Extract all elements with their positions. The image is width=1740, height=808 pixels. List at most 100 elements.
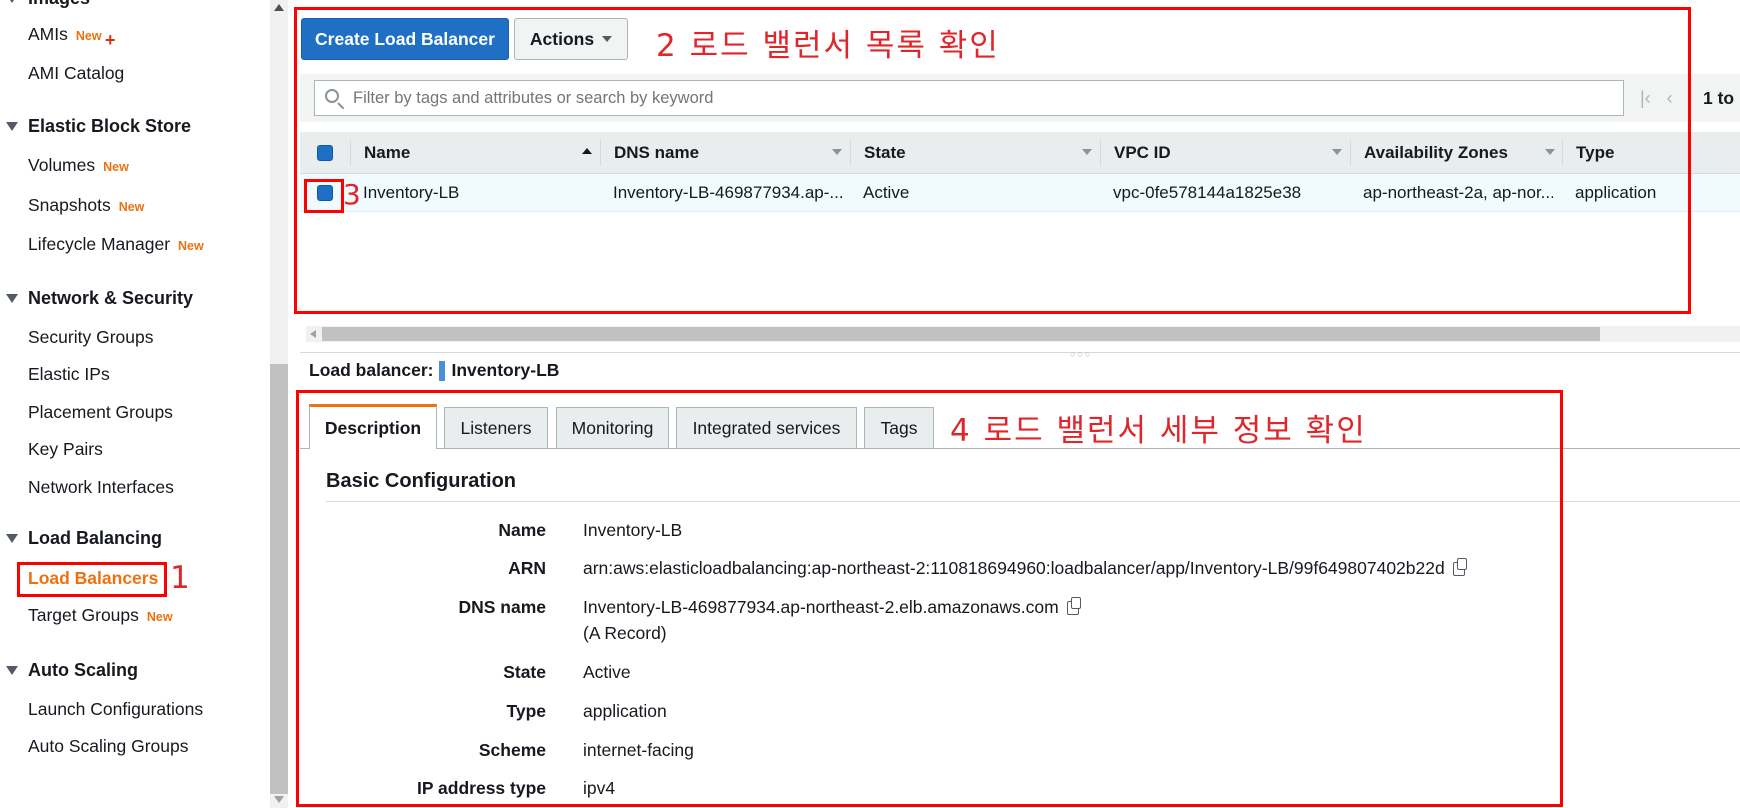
column-header-dns-name[interactable]: DNS name: [614, 132, 699, 174]
field-value-scheme: internet-facing: [583, 740, 694, 760]
sidebar-group-auto-scaling[interactable]: Auto Scaling: [6, 660, 138, 681]
sidebar-item-elastic-ips[interactable]: Elastic IPs: [28, 364, 110, 385]
create-load-balancer-button[interactable]: Create Load Balancer: [301, 18, 509, 60]
field-value-ip-address-type: ipv4: [583, 778, 616, 798]
collapse-triangle-icon: [6, 0, 18, 3]
sidebar-group-ebs[interactable]: Elastic Block Store: [6, 116, 191, 137]
field-label-dns-name: DNS name: [458, 597, 546, 617]
column-divider: [1350, 140, 1351, 166]
annotation-label-2: 2 로드 밸런서 목록 확인: [656, 28, 1000, 64]
sidebar-item-amis[interactable]: AMIs New: [28, 24, 102, 45]
field-label-ip-address-type: IP address type: [416, 778, 546, 798]
actions-dropdown-button[interactable]: Actions: [514, 18, 628, 60]
new-badge: New: [103, 160, 129, 174]
copy-icon[interactable]: [1452, 558, 1467, 576]
sidebar-scrollbar-thumb[interactable]: [270, 364, 288, 794]
filter-field: [314, 80, 1624, 116]
field-value-dns-record-type: (A Record): [583, 623, 667, 643]
selection-marker: [439, 360, 446, 381]
tab-integrated-services[interactable]: Integrated services: [676, 407, 857, 448]
new-badge: New: [146, 610, 173, 624]
field-value-arn: arn:aws:elasticloadbalancing:ap-northeas…: [583, 558, 1467, 579]
field-label-name: Name: [498, 520, 546, 540]
sidebar-item-key-pairs[interactable]: Key Pairs: [28, 439, 103, 460]
tab-listeners[interactable]: Listeners: [444, 407, 548, 448]
new-badge: New: [118, 200, 145, 214]
sidebar-item-network-interfaces[interactable]: Network Interfaces: [28, 477, 174, 498]
column-header-availability-zones[interactable]: Availability Zones: [1364, 132, 1508, 174]
field-value-state: Active: [583, 662, 631, 682]
column-divider: [1100, 140, 1101, 166]
cell-state: Active: [863, 183, 910, 202]
annotation-label-4: 4 로드 밸런서 세부 정보 확인: [950, 413, 1367, 449]
column-header-state[interactable]: State: [864, 132, 906, 174]
cell-vpc-id: vpc-0fe578144a1825e38: [1113, 183, 1302, 202]
copy-icon[interactable]: [1066, 597, 1081, 615]
scroll-left-arrow-icon[interactable]: [310, 330, 316, 338]
sidebar-item-ami-catalog[interactable]: AMI Catalog: [28, 63, 124, 84]
sidebar-group-load-balancing[interactable]: Load Balancing: [6, 528, 162, 549]
sidebar-item-security-groups[interactable]: Security Groups: [28, 327, 153, 348]
field-value-dns-name: Inventory-LB-469877934.ap-northeast-2.el…: [583, 597, 1081, 618]
annotation-label-1: 1: [170, 560, 192, 596]
tab-monitoring[interactable]: Monitoring: [556, 407, 669, 448]
filter-input[interactable]: [351, 87, 1555, 109]
column-divider: [1562, 140, 1563, 166]
panel-divider: [300, 352, 1740, 353]
select-all-checkbox[interactable]: [317, 145, 333, 161]
collapse-triangle-icon: [6, 122, 18, 131]
sidebar-item-lifecycle-manager[interactable]: Lifecycle Manager New: [28, 234, 204, 255]
sidebar-group-images[interactable]: Images: [6, 0, 90, 9]
sidebar-item-placement-groups[interactable]: Placement Groups: [28, 402, 173, 423]
cell-type: application: [1575, 183, 1657, 202]
table-header: Name DNS name State VPC ID Availability …: [300, 132, 1740, 174]
tab-description[interactable]: Description: [309, 404, 437, 449]
scroll-up-arrow-icon[interactable]: [274, 4, 284, 11]
sidebar-item-target-groups[interactable]: Target Groups New: [28, 605, 173, 626]
sidebar: Images AMIsNew + AMI Catalog Elastic Blo…: [0, 0, 270, 808]
pagination-range: 1 to 1: [1703, 88, 1740, 108]
column-divider: [600, 140, 601, 166]
column-header-vpc-id[interactable]: VPC ID: [1114, 132, 1171, 174]
table-row[interactable]: Inventory-LB Inventory-LB-469877934.ap-.…: [300, 174, 1740, 212]
field-value-type: application: [583, 701, 667, 721]
column-divider: [850, 140, 851, 166]
sidebar-item-load-balancers[interactable]: Load Balancers: [28, 568, 158, 589]
pagination-controls: |‹ ‹: [1640, 88, 1673, 109]
previous-page-icon[interactable]: ‹: [1667, 88, 1673, 109]
sidebar-item-volumes[interactable]: Volumes New: [28, 155, 129, 176]
column-header-type[interactable]: Type: [1576, 132, 1614, 174]
field-label-arn: ARN: [508, 558, 546, 578]
collapse-triangle-icon: [6, 294, 18, 303]
sort-caret-icon[interactable]: [1082, 149, 1092, 155]
row-checkbox[interactable]: [317, 185, 333, 201]
annotation-label-3: 3: [343, 178, 363, 211]
resize-grip-icon[interactable]: ○○○: [1070, 349, 1092, 359]
detail-title: Load balancer: Inventory-LB: [309, 360, 560, 381]
plus-icon: +: [105, 30, 116, 50]
field-label-state: State: [503, 662, 546, 682]
tab-tags[interactable]: Tags: [864, 407, 934, 448]
table-horizontal-scrollbar-thumb[interactable]: [322, 327, 1600, 341]
first-page-icon[interactable]: |‹: [1640, 88, 1651, 109]
field-label-type: Type: [506, 701, 546, 721]
section-divider: [326, 501, 1740, 502]
sort-ascending-icon[interactable]: [582, 148, 592, 154]
sidebar-item-snapshots[interactable]: Snapshots New: [28, 195, 144, 216]
cell-availability-zones: ap-northeast-2a, ap-nor...: [1363, 183, 1553, 202]
sidebar-group-network-security[interactable]: Network & Security: [6, 288, 193, 309]
new-badge: New: [75, 29, 102, 43]
sort-caret-icon[interactable]: [832, 149, 842, 155]
sidebar-item-auto-scaling-groups[interactable]: Auto Scaling Groups: [28, 736, 189, 757]
sort-caret-icon[interactable]: [1332, 149, 1342, 155]
section-title-basic-configuration: Basic Configuration: [326, 470, 517, 492]
cell-dns-name: Inventory-LB-469877934.ap-...: [613, 183, 843, 202]
scroll-down-arrow-icon[interactable]: [274, 796, 284, 803]
collapse-triangle-icon: [6, 534, 18, 543]
sort-caret-icon[interactable]: [1545, 149, 1555, 155]
sidebar-item-launch-configurations[interactable]: Launch Configurations: [28, 699, 203, 720]
search-icon: [325, 89, 339, 103]
chevron-down-icon: [602, 36, 613, 42]
field-value-name: Inventory-LB: [583, 520, 683, 540]
column-header-name[interactable]: Name: [364, 132, 410, 174]
